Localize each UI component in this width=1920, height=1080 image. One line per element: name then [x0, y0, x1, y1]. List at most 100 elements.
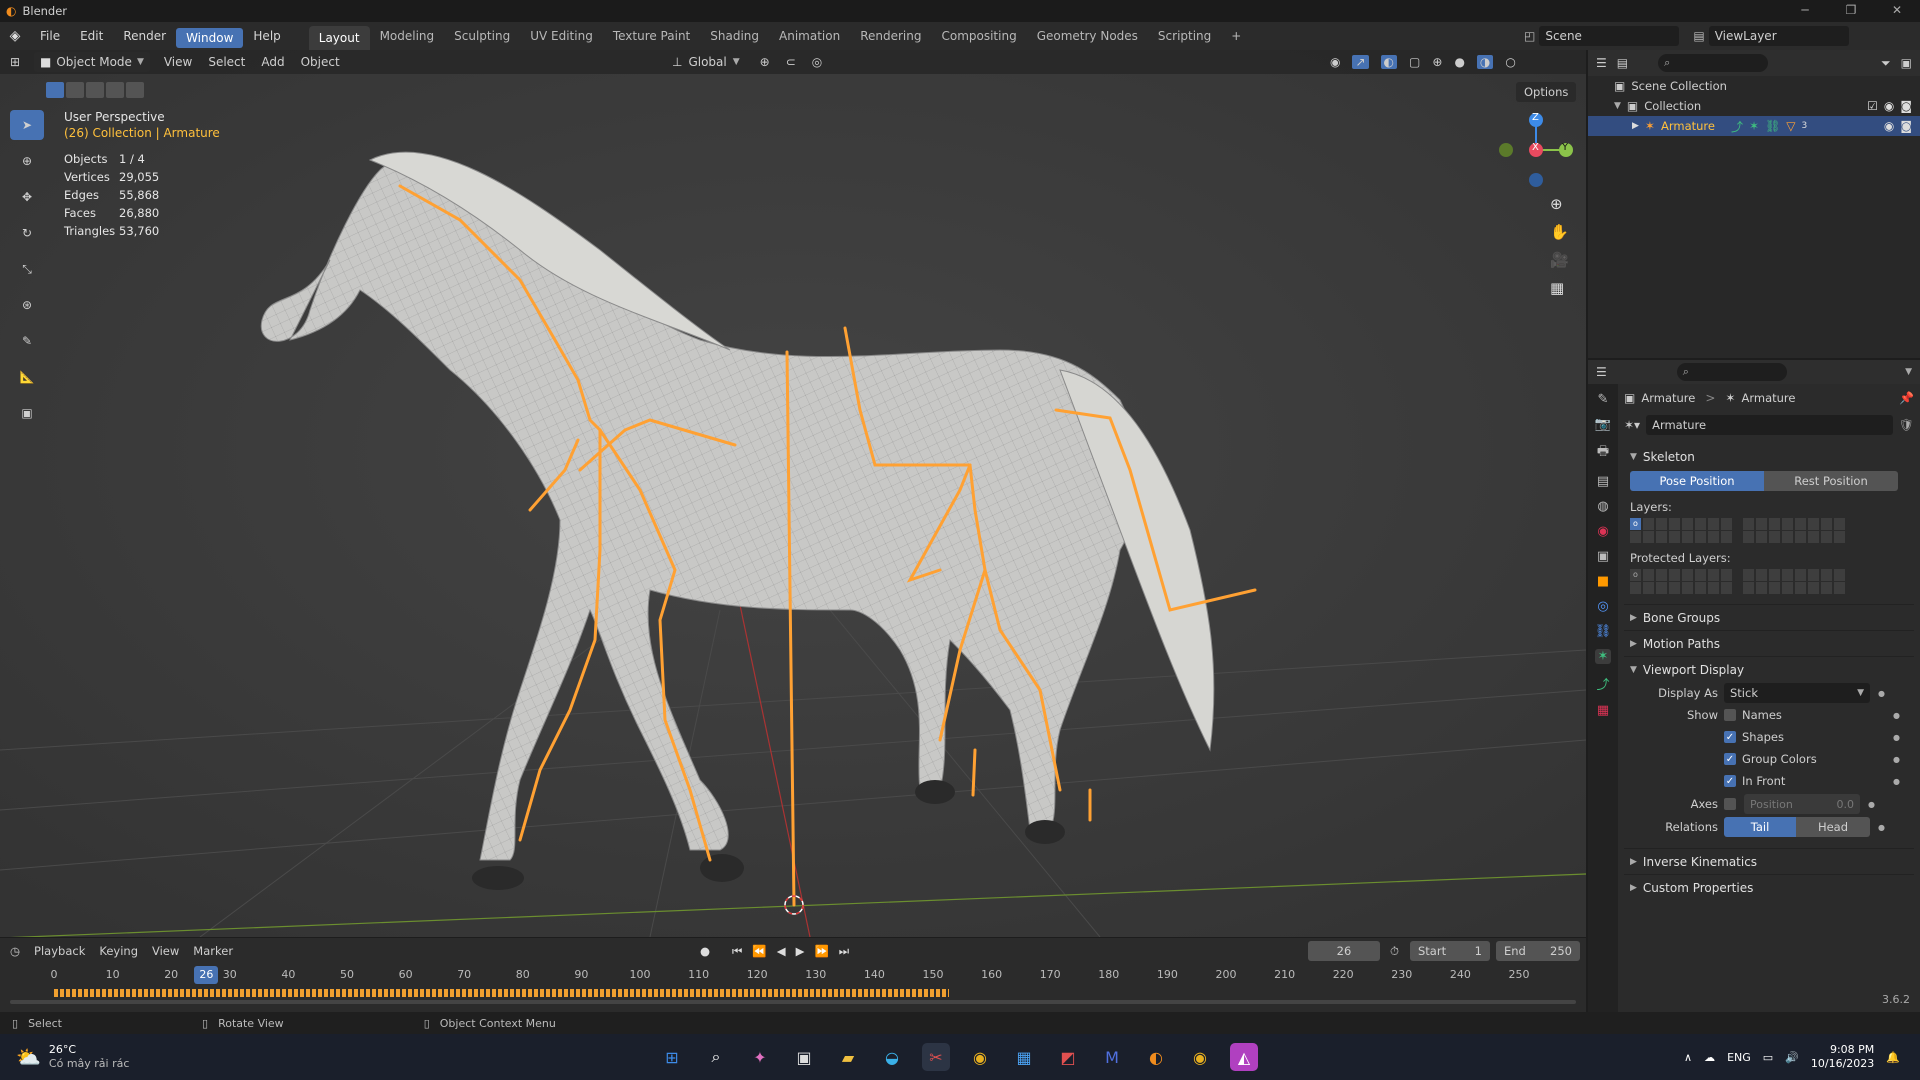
select-extend-icon[interactable] [66, 82, 84, 98]
layer-cell[interactable] [1756, 518, 1768, 530]
select-invert-icon[interactable] [106, 82, 124, 98]
camera-icon[interactable]: ◙ [1900, 99, 1912, 113]
layer-cell[interactable] [1834, 569, 1846, 581]
checkbox-icon[interactable]: ☑ [1867, 99, 1878, 113]
blender-taskbar-icon[interactable]: ◐ [1142, 1043, 1170, 1071]
solid-shading-icon[interactable]: ● [1454, 55, 1464, 69]
bone-tab-icon[interactable]: ⤴ [1596, 674, 1609, 693]
layer-cell[interactable] [1769, 569, 1781, 581]
rest-position-button[interactable]: Rest Position [1764, 471, 1898, 491]
tab-modeling[interactable]: Modeling [370, 22, 445, 50]
pin-icon[interactable]: 📌 [1899, 391, 1914, 405]
layer-cell[interactable] [1695, 569, 1707, 581]
pose-position-button[interactable]: Pose Position [1630, 471, 1764, 491]
tab-compositing[interactable]: Compositing [931, 22, 1026, 50]
layer-cell[interactable] [1743, 582, 1755, 594]
mode-selector[interactable]: ■ Object Mode ▼ [34, 52, 150, 72]
fake-user-icon[interactable]: 🛡 [1899, 418, 1914, 432]
layer-cell[interactable] [1721, 569, 1733, 581]
layer-cell[interactable] [1743, 531, 1755, 543]
editor-type-icon[interactable]: ☰ [1596, 56, 1607, 70]
layer-cell[interactable] [1669, 569, 1681, 581]
proportional-edit-icon[interactable]: ◎ [812, 55, 822, 69]
display-as-select[interactable]: Stick ▼ [1724, 683, 1870, 703]
tail-button[interactable]: Tail [1724, 817, 1796, 837]
snap-icon[interactable]: ⊂ [786, 55, 796, 69]
pivot-icon[interactable]: ⊕ [760, 55, 770, 69]
search-icon[interactable]: ⌕ [702, 1043, 730, 1071]
layer-cell[interactable] [1708, 518, 1720, 530]
axes-checkbox[interactable] [1724, 798, 1736, 810]
new-collection-icon[interactable]: ▣ [1901, 56, 1912, 70]
grid-perspective-icon[interactable]: ▦ [1550, 279, 1569, 297]
chevron-down-icon[interactable]: ▼ [1905, 367, 1912, 377]
task-view-icon[interactable]: ▣ [790, 1043, 818, 1071]
layer-cell[interactable] [1782, 531, 1794, 543]
layer-cell[interactable] [1643, 518, 1655, 530]
layer-cell[interactable] [1743, 569, 1755, 581]
texture-tab-icon[interactable]: ▦ [1597, 703, 1609, 718]
add-cube-tool[interactable]: ▣ [10, 398, 44, 428]
armature-data-tab-icon[interactable]: ✶ [1594, 649, 1612, 664]
layer-cell[interactable] [1821, 569, 1833, 581]
material-shading-icon[interactable]: ◑ [1476, 55, 1494, 69]
expand-arrow-icon[interactable]: ▶ [1632, 121, 1639, 131]
wireframe-shading-icon[interactable]: ⊕ [1432, 55, 1442, 69]
layer-cell[interactable] [1669, 582, 1681, 594]
options-button[interactable]: Options [1516, 82, 1577, 102]
clock[interactable]: 9:08 PM 10/16/2023 [1811, 1043, 1874, 1071]
layer-cell[interactable]: o [1630, 569, 1642, 581]
layer-cell[interactable] [1656, 518, 1668, 530]
panel-motion-paths[interactable]: ▶ Motion Paths [1624, 630, 1914, 656]
keyframe-dot-icon[interactable]: ● [1893, 777, 1900, 786]
close-button[interactable]: ✕ [1874, 0, 1920, 20]
panel-custom-properties[interactable]: ▶ Custom Properties [1624, 874, 1914, 900]
eye-icon[interactable]: ◉ [1884, 99, 1894, 113]
menu-help[interactable]: Help [243, 22, 290, 50]
filter-icon[interactable]: ⏷ [1881, 56, 1891, 71]
eye-icon[interactable]: ◉ [1884, 119, 1894, 133]
layer-cell[interactable] [1721, 582, 1733, 594]
output-tab-icon[interactable]: 🖶 [1597, 442, 1609, 464]
editor-type-icon[interactable]: ☰ [1596, 365, 1607, 379]
tab-uv-editing[interactable]: UV Editing [520, 22, 603, 50]
language-indicator[interactable]: ENG [1727, 1051, 1751, 1064]
annotate-tool[interactable]: ✎ [10, 326, 44, 356]
outliner-search-input[interactable]: ⌕ [1658, 54, 1769, 72]
layers-grid[interactable]: o [1624, 518, 1914, 543]
menu-object[interactable]: Object [301, 55, 340, 69]
layer-cell[interactable] [1656, 531, 1668, 543]
layer-cell[interactable] [1630, 582, 1642, 594]
transform-tool[interactable]: ⊛ [10, 290, 44, 320]
axes-position-field[interactable]: Position 0.0 [1744, 794, 1860, 814]
layer-cell[interactable] [1834, 531, 1846, 543]
keyframe-dot-icon[interactable]: ● [1878, 689, 1885, 698]
add-workspace-button[interactable]: + [1221, 22, 1251, 50]
visibility-icon[interactable]: ◉ [1330, 55, 1340, 69]
layer-cell[interactable] [1682, 582, 1694, 594]
frame-ruler[interactable]: 0 10 20 30 40 50 60 70 80 90 100 110 120 130 140 150 160… [0, 966, 1586, 986]
keyframe-dot-icon[interactable]: ● [1878, 823, 1885, 832]
layer-cell[interactable] [1808, 569, 1820, 581]
scene-selector[interactable]: Scene [1539, 26, 1680, 46]
view-layer-selector[interactable]: ViewLayer [1708, 26, 1849, 46]
layer-cell[interactable] [1708, 569, 1720, 581]
navigation-gizmo[interactable]: Z Y X [1480, 108, 1586, 198]
end-frame-field[interactable]: End 250 [1496, 941, 1580, 961]
panel-bone-groups[interactable]: ▶ Bone Groups [1624, 604, 1914, 630]
layer-cell[interactable] [1669, 531, 1681, 543]
editor-type-icon[interactable]: ◷ [10, 944, 20, 958]
keyframe-dot-icon[interactable]: ● [1893, 711, 1900, 720]
tab-sculpting[interactable]: Sculpting [444, 22, 520, 50]
play-icon[interactable]: ▶ [796, 944, 805, 959]
layer-cell[interactable] [1682, 518, 1694, 530]
tab-scripting[interactable]: Scripting [1148, 22, 1221, 50]
measure-tool[interactable]: 📐 [10, 362, 44, 392]
gizmo-toggle-icon[interactable]: ↗ [1352, 55, 1369, 69]
layer-cell[interactable] [1808, 518, 1820, 530]
overlay-toggle-icon[interactable]: ◐ [1380, 55, 1398, 69]
affinity-icon[interactable]: ◭ [1230, 1043, 1258, 1071]
layer-cell[interactable] [1769, 582, 1781, 594]
cursor-tool[interactable]: ⊕ [10, 146, 44, 176]
tab-shading[interactable]: Shading [700, 22, 769, 50]
